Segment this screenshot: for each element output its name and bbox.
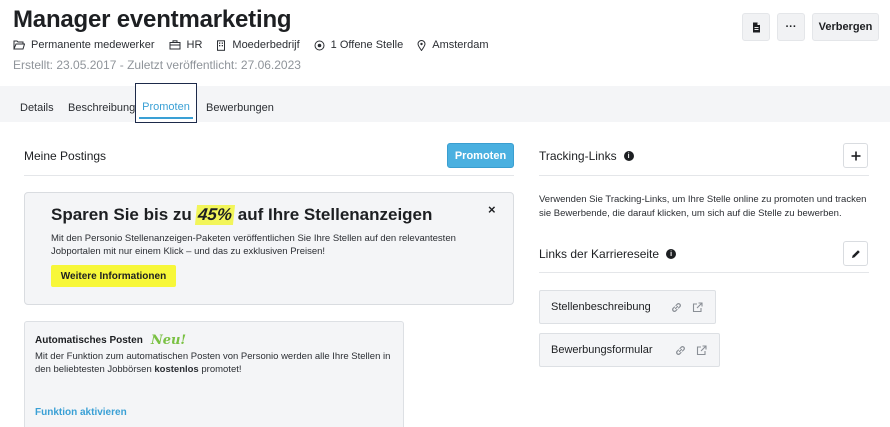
plus-icon [851,151,860,160]
info-icon[interactable]: i [666,249,677,259]
copy-link-icon[interactable] [671,302,682,313]
hide-button[interactable]: Verbergen [812,13,879,41]
page-title: Manager eventmarketing [13,6,292,33]
tab-promoten[interactable]: Promoten [135,83,197,123]
job-meta-bar: Permanente medewerker HR Moederbedrijf 1… [13,39,503,51]
promo-text: Mit den Personio Stellenanzeigen-Paketen… [51,233,456,257]
tab-bewerbungen[interactable]: Bewerbungen [206,86,274,122]
location-pin-icon [417,39,426,51]
more-info-button[interactable]: Weitere Informationen [51,265,176,287]
tracking-description: Verwenden Sie Tracking-Links, um Ihre St… [539,194,867,219]
job-header: Manager eventmarketing Permanente medewe… [0,0,890,86]
auto-posting-card: Automatisches Posten Neu! Mit der Funkti… [24,321,404,427]
document-button[interactable] [742,13,770,41]
external-link-icon[interactable] [696,344,707,356]
more-icon: ··· [785,21,797,33]
tracking-divider [539,175,869,176]
meta-openings: 1 Offene Stelle [314,39,403,51]
tab-details[interactable]: Details [20,86,54,122]
promo-banner: Sparen Sie bis zu 45% auf Ihre Stellenan… [24,192,514,305]
auto-posting-text: Mit der Funktion zum automatischen Poste… [35,351,391,375]
career-links-title: Links der Karriereseite i [539,247,677,261]
new-badge: Neu! [150,333,187,348]
tracking-links-title: Tracking-Links i [539,149,634,163]
document-icon [752,22,760,32]
meta-department: HR [169,39,202,51]
close-icon[interactable]: × [488,202,496,217]
postings-divider [24,175,514,176]
more-options-button[interactable]: ··· [777,13,805,41]
pencil-icon [851,249,860,258]
building-icon [217,39,226,51]
briefcase-icon [169,40,181,50]
info-icon[interactable]: i [623,151,634,161]
edit-career-links-button[interactable] [843,241,868,266]
add-tracking-link-button[interactable] [843,143,868,168]
postings-title: Meine Postings [24,149,107,163]
meta-employment: Permanente medewerker [13,39,155,51]
meta-company: Moederbedrijf [216,39,300,51]
link-stellenbeschreibung: Stellenbeschreibung [539,290,716,324]
tab-beschreibung[interactable]: Beschreibung [68,86,135,122]
promo-headline: Sparen Sie bis zu 45% auf Ihre Stellenan… [51,205,433,225]
promote-button[interactable]: Promoten [447,143,514,168]
job-dates: Erstellt: 23.05.2017 - Zuletzt veröffent… [13,58,301,72]
tab-bar: Details Beschreibung Promoten Bewerbunge… [0,83,890,123]
auto-posting-title: Automatisches Posten Neu! [35,333,187,348]
career-divider [539,272,869,273]
meta-location: Amsterdam [417,39,489,51]
copy-link-icon[interactable] [675,345,686,356]
folder-open-icon [13,40,25,50]
activate-function-link[interactable]: Funktion aktivieren [35,407,127,418]
promo-highlight: 45% [194,205,235,225]
target-icon [314,40,325,50]
link-bewerbungsformular: Bewerbungsformular [539,333,720,367]
external-link-icon[interactable] [692,301,703,313]
